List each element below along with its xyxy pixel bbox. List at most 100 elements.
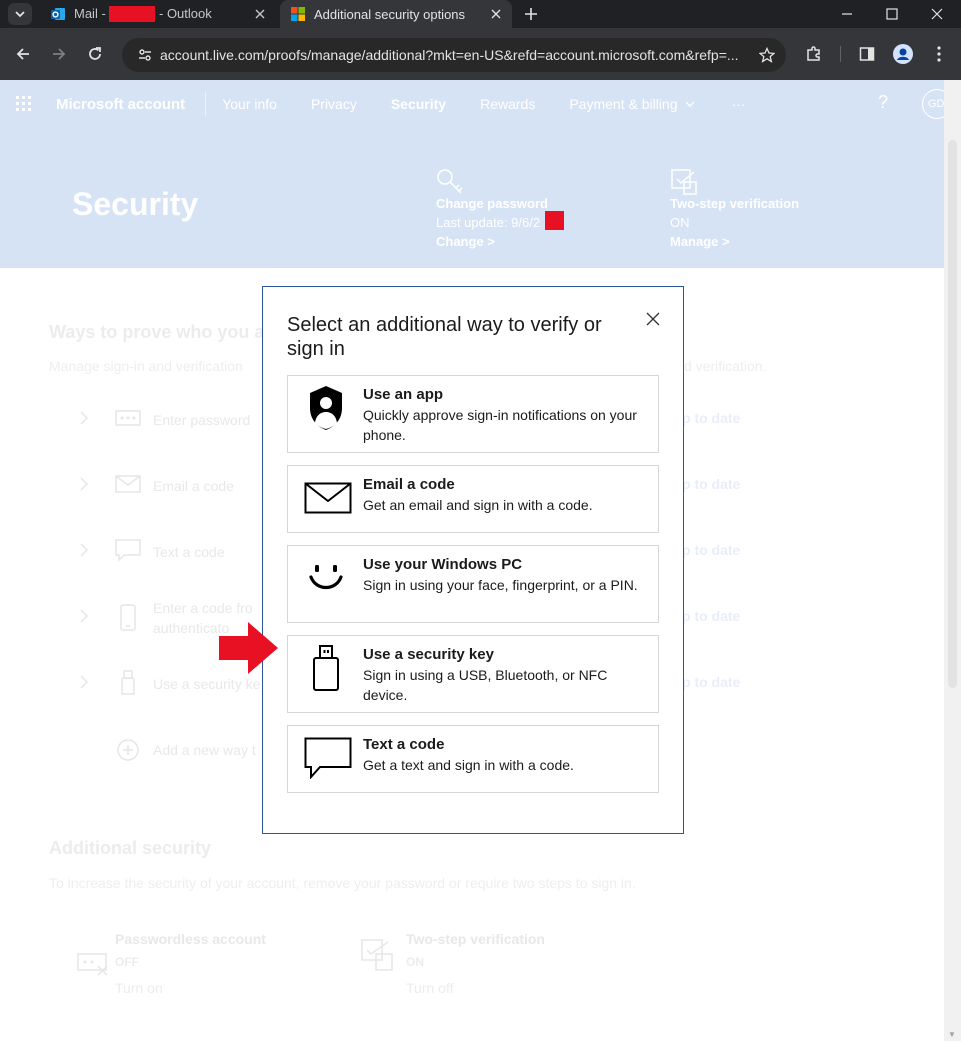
page-scrollbar[interactable]: ▼ bbox=[944, 80, 961, 1041]
option-use-security-key[interactable]: Use a security key Sign in using a USB, … bbox=[287, 635, 659, 713]
chevron-right-icon bbox=[80, 411, 89, 425]
reload-icon bbox=[89, 47, 101, 60]
tab-additional-security[interactable]: Additional security options bbox=[280, 0, 512, 28]
nav-your-info[interactable]: Your info bbox=[222, 96, 277, 112]
option-title: Use your Windows PC bbox=[363, 556, 523, 573]
nav-payment-billing[interactable]: Payment & billing bbox=[569, 96, 677, 112]
verified-device-icon bbox=[361, 939, 393, 971]
proof-status: p to date bbox=[682, 608, 741, 624]
close-icon bbox=[931, 8, 943, 20]
option-text-a-code[interactable]: Text a code Get a text and sign in with … bbox=[287, 725, 659, 793]
chevron-down-icon bbox=[15, 11, 25, 18]
scrollbar-thumb[interactable] bbox=[948, 140, 957, 688]
maximize-button[interactable] bbox=[869, 0, 915, 28]
redaction-box bbox=[109, 6, 156, 23]
add-circle-icon bbox=[117, 739, 139, 761]
passwordless-card: Passwordless account OFF Turn on bbox=[58, 912, 344, 1018]
passwordless-title: Passwordless account bbox=[115, 931, 266, 947]
additional-security-title: Additional security bbox=[49, 838, 212, 858]
extensions-button[interactable] bbox=[802, 42, 826, 66]
proof-label: Use a security ke bbox=[153, 676, 261, 692]
page-title: Security bbox=[72, 186, 199, 222]
smiley-face-icon bbox=[304, 560, 348, 596]
usb-key-icon bbox=[304, 644, 348, 692]
dialog-title: Select an additional way to verify or si… bbox=[287, 314, 602, 360]
change-password-title: Change password bbox=[436, 196, 548, 211]
back-button[interactable] bbox=[11, 42, 35, 66]
option-email-a-code[interactable]: Email a code Get an email and sign in wi… bbox=[287, 465, 659, 533]
option-use-windows-pc[interactable]: Use your Windows PC Sign in using your f… bbox=[287, 545, 659, 623]
passwordless-turn-on-link[interactable]: Turn on bbox=[115, 980, 163, 996]
proof-status: p to date bbox=[682, 674, 741, 690]
two-step-turn-off-link[interactable]: Turn off bbox=[406, 980, 453, 996]
chat-bubble-icon bbox=[304, 736, 352, 780]
key-icon bbox=[437, 169, 463, 194]
help-icon[interactable]: ? bbox=[878, 92, 888, 113]
page-viewport: Microsoft account Your info Privacy Secu… bbox=[0, 80, 961, 1041]
envelope-icon bbox=[304, 480, 352, 516]
chevron-right-icon bbox=[80, 477, 89, 491]
bookmark-star-icon[interactable] bbox=[752, 47, 782, 63]
option-title: Text a code bbox=[363, 736, 445, 753]
verify-method-dialog: Select an additional way to verify or si… bbox=[262, 286, 684, 834]
nav-more-menu[interactable]: ··· bbox=[732, 96, 746, 112]
site-info-icon[interactable] bbox=[130, 47, 160, 63]
chevron-down-icon[interactable] bbox=[684, 98, 696, 110]
minimize-icon bbox=[842, 13, 852, 15]
arrow-left-icon bbox=[16, 48, 29, 60]
two-step-card-title: Two-step verification bbox=[406, 931, 545, 947]
usb-key-icon bbox=[121, 670, 135, 695]
passwordless-state: OFF bbox=[115, 955, 139, 969]
two-step-card-state: ON bbox=[406, 955, 424, 969]
app-launcher-icon[interactable] bbox=[0, 80, 48, 128]
minimize-button[interactable] bbox=[824, 0, 870, 28]
profile-button[interactable] bbox=[891, 42, 915, 66]
proof-status: p to date bbox=[682, 410, 741, 426]
scroll-down-arrow-icon[interactable]: ▼ bbox=[948, 1030, 956, 1039]
side-panel-button[interactable] bbox=[855, 42, 879, 66]
side-panel-icon bbox=[859, 47, 875, 61]
profile-avatar-icon bbox=[893, 44, 913, 64]
tab-outlook-mail[interactable]: Mail - - Outlook bbox=[40, 0, 276, 28]
authenticator-app-icon bbox=[304, 384, 348, 432]
option-description: Sign in using a USB, Bluetooth, or NFC d… bbox=[363, 667, 608, 703]
tab-title: Additional security options bbox=[314, 6, 466, 22]
close-tab-icon[interactable] bbox=[252, 6, 268, 22]
nav-security[interactable]: Security bbox=[391, 96, 446, 112]
chevron-right-icon bbox=[80, 675, 89, 689]
puzzle-icon bbox=[807, 46, 820, 61]
forward-button[interactable] bbox=[47, 42, 71, 66]
ms-account-header: Microsoft account Your info Privacy Secu… bbox=[0, 80, 952, 128]
browser-toolbar: account.live.com/proofs/manage/additiona… bbox=[0, 28, 961, 80]
option-title: Use an app bbox=[363, 386, 444, 403]
option-title: Email a code bbox=[363, 476, 455, 493]
reload-button[interactable] bbox=[83, 42, 107, 66]
chat-bubble-icon bbox=[115, 539, 141, 562]
new-tab-button[interactable] bbox=[520, 4, 542, 24]
envelope-icon bbox=[115, 475, 141, 493]
ms-account-brand[interactable]: Microsoft account bbox=[56, 96, 185, 113]
address-bar[interactable]: account.live.com/proofs/manage/additiona… bbox=[122, 38, 786, 72]
nav-rewards[interactable]: Rewards bbox=[480, 96, 535, 112]
option-use-an-app[interactable]: Use an app Quickly approve sign-in notif… bbox=[287, 375, 659, 453]
password-last-update: Last update: 9/6/2 bbox=[436, 215, 541, 230]
browser-tab-bar: Mail - - Outlook Additional security opt… bbox=[0, 0, 961, 28]
more-vertical-icon bbox=[937, 46, 941, 62]
dialog-close-button[interactable] bbox=[641, 307, 665, 331]
browser-menu-button[interactable] bbox=[927, 42, 951, 66]
option-title: Use a security key bbox=[363, 646, 494, 663]
password-off-icon bbox=[77, 953, 108, 976]
close-tab-icon[interactable] bbox=[488, 6, 504, 22]
proof-status: p to date bbox=[682, 542, 741, 558]
tab-search-button[interactable] bbox=[8, 3, 32, 25]
option-description: Get a text and sign in with a code. bbox=[363, 757, 574, 773]
nav-privacy[interactable]: Privacy bbox=[311, 96, 357, 112]
proof-label: Text a code bbox=[153, 544, 225, 560]
security-hero: Security Change password Last update: 9/… bbox=[0, 128, 944, 268]
proof-status: p to date bbox=[682, 476, 741, 492]
two-step-manage-link[interactable]: Manage > bbox=[670, 232, 730, 251]
change-password-link[interactable]: Change > bbox=[436, 232, 495, 251]
two-step-verification-card: Two-step verification ON Turn off bbox=[344, 912, 630, 1018]
verified-device-icon bbox=[671, 169, 697, 195]
close-window-button[interactable] bbox=[914, 0, 960, 28]
